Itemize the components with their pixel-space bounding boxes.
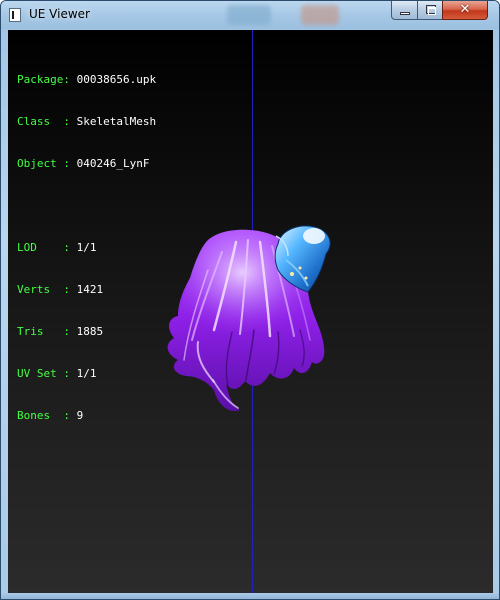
title-bar[interactable]: UE Viewer ✕ [1,1,499,29]
window-title: UE Viewer [29,7,90,21]
hair-mesh-model[interactable] [8,30,493,593]
close-icon: ✕ [459,2,471,17]
app-window: UE Viewer ✕ Package: 00038656.upk Class … [0,0,500,600]
minimize-icon [400,12,410,15]
window-bottom-border [1,593,499,599]
background-blur [301,5,339,25]
background-blur [227,5,271,25]
minimize-button[interactable] [391,1,418,20]
app-icon [9,8,21,22]
3d-viewport[interactable]: Package: 00038656.upk Class : SkeletalMe… [8,30,493,593]
close-button[interactable]: ✕ [442,1,488,20]
maximize-icon [426,5,436,15]
maximize-button[interactable] [417,1,443,20]
